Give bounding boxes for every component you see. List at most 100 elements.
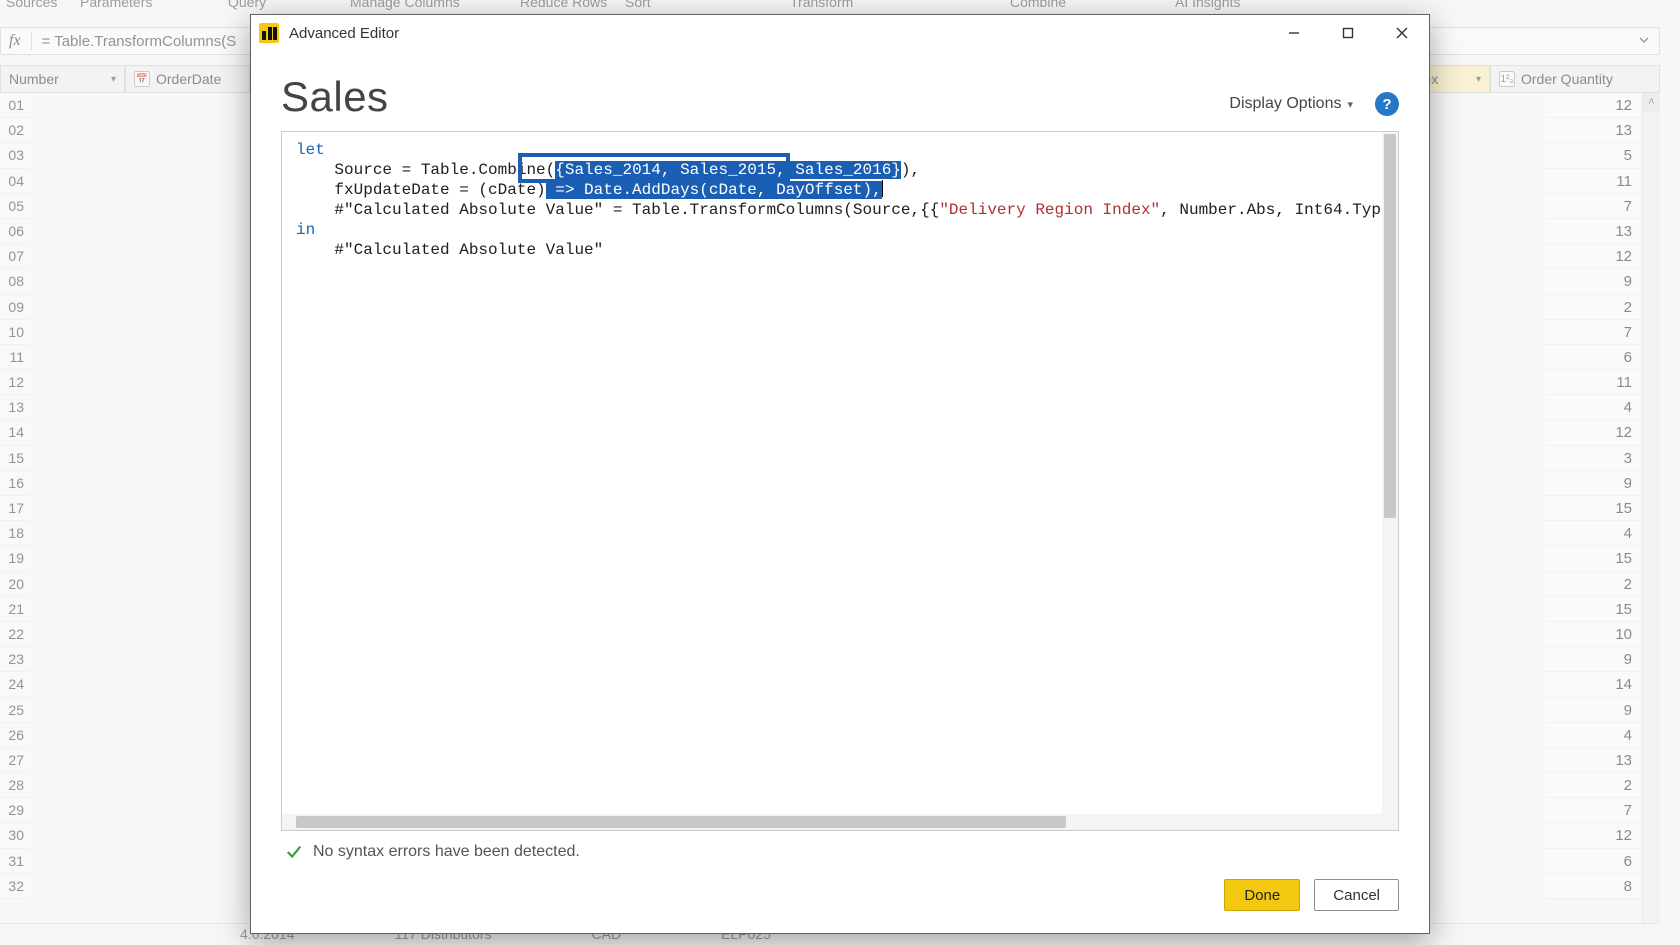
row-number: 16 bbox=[0, 471, 30, 496]
col-label: Number bbox=[9, 71, 59, 87]
row-number: 26 bbox=[0, 723, 30, 748]
column-header-orderdate[interactable]: 📅 OrderDate bbox=[125, 65, 250, 93]
chevron-down-icon[interactable]: ▾ bbox=[1476, 74, 1481, 85]
button-label: Cancel bbox=[1333, 887, 1380, 904]
code-text[interactable]: let Source = Table.Combine({Sales_2014, … bbox=[282, 132, 1399, 268]
qty-cell: 4 bbox=[1545, 723, 1640, 748]
qty-cell: 8 bbox=[1545, 874, 1640, 899]
row-number: 29 bbox=[0, 798, 30, 823]
qty-cell: 2 bbox=[1545, 572, 1640, 597]
syntax-status: No syntax errors have been detected. bbox=[281, 831, 1399, 861]
qty-cell: 12 bbox=[1545, 93, 1640, 118]
scroll-thumb[interactable] bbox=[1384, 134, 1396, 518]
chevron-down-icon[interactable]: ▾ bbox=[111, 74, 116, 85]
string-literal: "Delivery Region Index" bbox=[939, 201, 1160, 219]
row-number: 09 bbox=[0, 295, 30, 320]
modal-body: Sales Display Options ▾ ? let Source = T… bbox=[251, 51, 1429, 861]
cancel-button[interactable]: Cancel bbox=[1314, 879, 1399, 911]
heading-tools: Display Options ▾ ? bbox=[1229, 92, 1399, 116]
maximize-button[interactable] bbox=[1321, 16, 1375, 50]
qty-cell: 14 bbox=[1545, 672, 1640, 697]
qty-cell: 15 bbox=[1545, 597, 1640, 622]
qty-cell: 7 bbox=[1545, 320, 1640, 345]
row-number: 04 bbox=[0, 169, 30, 194]
row-number: 03 bbox=[0, 143, 30, 168]
row-number: 15 bbox=[0, 446, 30, 471]
qty-cell: 5 bbox=[1545, 143, 1640, 168]
row-number: 11 bbox=[0, 345, 30, 370]
text-cursor bbox=[882, 180, 883, 197]
qty-cell: 12 bbox=[1545, 420, 1640, 445]
row-number: 23 bbox=[0, 647, 30, 672]
done-button[interactable]: Done bbox=[1224, 879, 1300, 911]
ribbon-group: Transform bbox=[790, 0, 853, 10]
ribbon-group: Manage Columns bbox=[350, 0, 460, 10]
ribbon-group: Query bbox=[228, 0, 266, 10]
powerbi-icon bbox=[259, 23, 279, 43]
row-number: 05 bbox=[0, 194, 30, 219]
qty-cell: 10 bbox=[1545, 622, 1640, 647]
ribbon-group: Sources bbox=[6, 0, 57, 10]
number-type-icon: 1²₃ bbox=[1499, 71, 1515, 87]
code-line: #"Calculated Absolute Value" = Table.Tra… bbox=[296, 201, 939, 219]
qty-cell: 7 bbox=[1545, 798, 1640, 823]
display-options-label: Display Options bbox=[1229, 95, 1341, 113]
row-number: 08 bbox=[0, 269, 30, 294]
row-number: 14 bbox=[0, 420, 30, 445]
qty-cell: 9 bbox=[1545, 471, 1640, 496]
qty-cell: 12 bbox=[1545, 244, 1640, 269]
row-number: 07 bbox=[0, 244, 30, 269]
row-number: 06 bbox=[0, 219, 30, 244]
qty-cell: 9 bbox=[1545, 269, 1640, 294]
editor-vertical-scrollbar[interactable] bbox=[1382, 132, 1398, 830]
qty-cell: 6 bbox=[1545, 345, 1640, 370]
editor-horizontal-scrollbar[interactable] bbox=[282, 814, 1382, 830]
row-number: 21 bbox=[0, 597, 30, 622]
row-number: 18 bbox=[0, 521, 30, 546]
display-options-dropdown[interactable]: Display Options ▾ bbox=[1229, 95, 1353, 113]
qty-cell: 12 bbox=[1545, 823, 1640, 848]
row-number: 02 bbox=[0, 118, 30, 143]
titlebar[interactable]: Advanced Editor bbox=[251, 15, 1429, 51]
formula-text: = Table.TransformColumns(S bbox=[42, 33, 237, 50]
query-name: Sales bbox=[281, 73, 389, 121]
help-icon: ? bbox=[1382, 96, 1391, 113]
scroll-thumb[interactable] bbox=[296, 816, 1066, 828]
code-editor[interactable]: let Source = Table.Combine({Sales_2014, … bbox=[281, 131, 1399, 831]
kw-in: in bbox=[296, 221, 315, 239]
qty-cell: 15 bbox=[1545, 496, 1640, 521]
column-header-order-quantity[interactable]: 1²₃ Order Quantity bbox=[1490, 65, 1660, 93]
ribbon-group: Reduce Rows bbox=[520, 0, 607, 10]
code-line: ), bbox=[901, 161, 920, 179]
row-number: 12 bbox=[0, 370, 30, 395]
check-icon bbox=[285, 843, 303, 861]
qty-cell: 2 bbox=[1545, 295, 1640, 320]
code-line: , Number.Abs, Int64.Type}, { bbox=[1160, 201, 1399, 219]
button-label: Done bbox=[1244, 887, 1280, 904]
qty-cell: 2 bbox=[1545, 773, 1640, 798]
row-number: 17 bbox=[0, 496, 30, 521]
row-number: 25 bbox=[0, 698, 30, 723]
qty-cell: 4 bbox=[1545, 395, 1640, 420]
expand-formula-icon[interactable] bbox=[1637, 33, 1651, 50]
window-buttons bbox=[1267, 16, 1429, 50]
qty-cell: 4 bbox=[1545, 521, 1640, 546]
row-number: 27 bbox=[0, 748, 30, 773]
row-number: 22 bbox=[0, 622, 30, 647]
row-number: 28 bbox=[0, 773, 30, 798]
row-number: 13 bbox=[0, 395, 30, 420]
help-button[interactable]: ? bbox=[1375, 92, 1399, 116]
scroll-up-icon[interactable]: ˄ bbox=[1643, 93, 1660, 111]
qty-cell: 11 bbox=[1545, 370, 1640, 395]
row-numbers: 0102030405060708091011121314151617181920… bbox=[0, 93, 30, 899]
col-label: OrderDate bbox=[156, 71, 221, 87]
ribbon-group: AI Insights bbox=[1175, 0, 1240, 10]
vertical-scrollbar[interactable]: ˄ bbox=[1642, 93, 1660, 945]
status-text: No syntax errors have been detected. bbox=[313, 843, 580, 861]
column-header-number[interactable]: Number ▾ bbox=[0, 65, 125, 93]
minimize-button[interactable] bbox=[1267, 16, 1321, 50]
code-selection-line2: => Date.AddDays(cDate, DayOffset), bbox=[546, 181, 882, 199]
close-button[interactable] bbox=[1375, 16, 1429, 50]
order-quantity-cells: 1213511713129276114123915415215109149413… bbox=[1545, 93, 1640, 899]
qty-cell: 6 bbox=[1545, 849, 1640, 874]
